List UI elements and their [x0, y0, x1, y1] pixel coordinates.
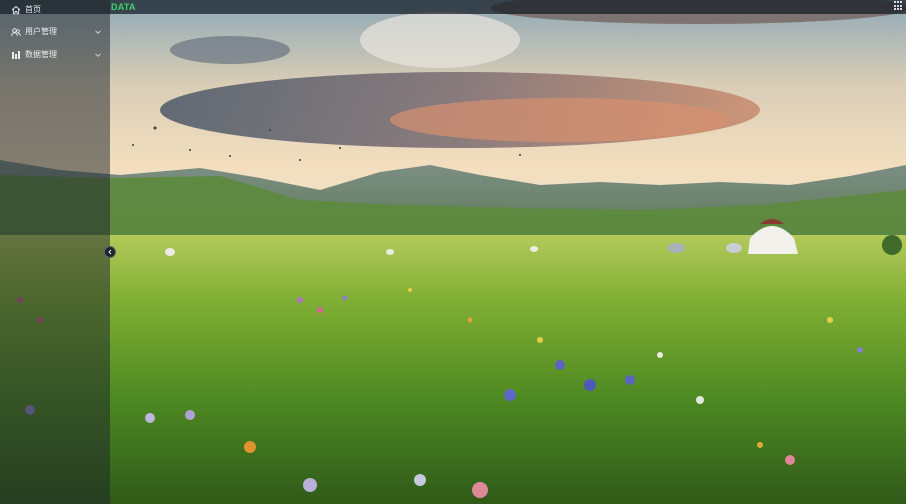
home-icon: [11, 5, 21, 15]
sidebar-item-label: 用户管理: [25, 27, 57, 36]
chevron-down-icon[interactable]: [94, 28, 102, 36]
sidebar-item-home[interactable]: 首页: [0, 0, 110, 20]
chevron-left-icon: [108, 249, 112, 255]
sidebar-item-user-management[interactable]: 用户管理: [0, 22, 110, 42]
sidebar-item-label: 数据管理: [25, 50, 57, 59]
users-icon: [11, 27, 21, 37]
chevron-down-icon[interactable]: [94, 51, 102, 59]
sidebar-collapse-button[interactable]: [104, 246, 116, 258]
sidebar-item-data-management[interactable]: 数据管理: [0, 45, 110, 65]
grid-apps-icon[interactable]: [894, 1, 904, 11]
background-landscape-image: [0, 0, 906, 504]
sidebar-item-label: 首页: [25, 5, 41, 14]
brand-logo-text[interactable]: DATA: [111, 1, 136, 13]
bar-chart-icon: [11, 50, 21, 60]
sidebar: 首页 用户管理 数据管理: [0, 0, 110, 504]
top-bar: DATA: [0, 0, 906, 14]
